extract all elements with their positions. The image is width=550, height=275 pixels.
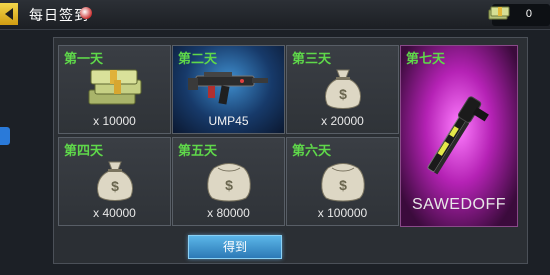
side-tab-handle[interactable] (0, 127, 10, 145)
day-label: 第五天 (178, 143, 218, 158)
day-2-cell[interactable]: 第二天 UMP45 (172, 45, 285, 134)
day-5-cell[interactable]: 第五天 $ x 80000 (172, 137, 285, 226)
day-4-cell[interactable]: 第四天 $ x 40000 (58, 137, 171, 226)
svg-text:$: $ (339, 177, 347, 193)
day-1-cell[interactable]: 第一天 x 10000 (58, 45, 171, 134)
reward-amount: x 80000 (207, 206, 250, 220)
top-bar: 每日签到 0 (0, 0, 550, 30)
shotgun-icon (427, 96, 489, 175)
money-bag-icon: $ (324, 69, 361, 109)
cash-icon (488, 6, 510, 20)
reward-amount: x 100000 (317, 206, 368, 220)
back-arrow-icon (5, 8, 13, 20)
day-label: 第六天 (292, 143, 332, 158)
day-label: 第二天 (178, 51, 218, 66)
claim-button[interactable]: 得到 (188, 235, 282, 259)
currency-display: 0 (488, 4, 550, 26)
day-3-cell[interactable]: 第三天 $ x 20000 (286, 45, 399, 134)
reward-amount: x 20000 (321, 114, 364, 128)
money-bag-icon: $ (320, 163, 365, 202)
day-label: 第一天 (64, 51, 104, 66)
reward-amount: x 10000 (93, 114, 136, 128)
reward-amount: UMP45 (208, 114, 249, 128)
money-bag-icon: $ (206, 163, 251, 202)
reward-amount: x 40000 (93, 206, 136, 220)
day-7-cell[interactable]: 第七天 SAWEDOFF (400, 45, 518, 227)
day-label: 第三天 (292, 51, 332, 66)
svg-text:$: $ (225, 177, 233, 193)
submachine-gun-icon (187, 72, 268, 105)
currency-value: 0 (525, 8, 532, 20)
day-label: 第七天 (406, 51, 446, 66)
cash-stack-icon (88, 69, 141, 105)
reward-amount: SAWEDOFF (411, 196, 507, 213)
day-6-cell[interactable]: 第六天 $ x 100000 (286, 137, 399, 226)
money-bag-icon: $ (96, 161, 133, 201)
notification-dot-icon (80, 7, 92, 19)
back-button[interactable] (0, 3, 18, 25)
svg-text:$: $ (339, 86, 347, 102)
svg-text:$: $ (111, 178, 119, 194)
day-label: 第四天 (64, 143, 104, 158)
